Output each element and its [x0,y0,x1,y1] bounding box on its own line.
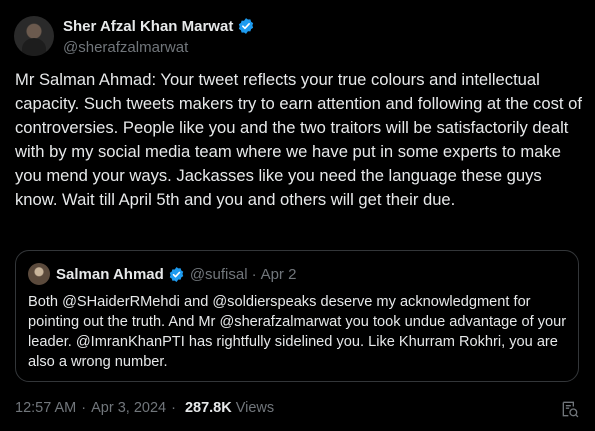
post-time[interactable]: 12:57 AM [15,400,76,416]
views-count: 287.8K [184,400,232,416]
post-text: Mr Salman Ahmad: Your tweet reflects you… [15,70,582,209]
analytics-icon[interactable] [560,399,580,419]
views-label: Views [235,400,275,416]
quoted-author-display-name[interactable]: Salman Ahmad [56,266,164,283]
author-display-name[interactable]: Sher Afzal Khan Marwat [63,18,233,35]
post-date[interactable]: Apr 3, 2024 [91,400,166,416]
quoted-post-text: Both @SHaiderRMehdi and @soldierspeaks d… [28,294,567,370]
author-avatar[interactable] [14,16,54,56]
post-meta: 12:57 AM · Apr 3, 2024 · 287.8K Views [15,400,274,416]
post-header: Sher Afzal Khan Marwat @sherafzalmarwat [14,14,255,58]
quoted-verified-badge-icon [169,266,184,282]
author-name-row: Sher Afzal Khan Marwat [63,16,255,36]
author-handle[interactable]: @sherafzalmarwat [63,39,255,56]
quoted-author-avatar[interactable] [28,263,50,285]
post: Sher Afzal Khan Marwat @sherafzalmarwat … [0,0,595,431]
meta-separator: · [81,400,87,416]
author-names: Sher Afzal Khan Marwat @sherafzalmarwat [63,16,255,56]
verified-badge-icon [239,18,254,34]
quoted-post-date[interactable]: Apr 2 [261,266,297,283]
quoted-post-header: Salman Ahmad @sufisal · Apr 2 [28,263,296,285]
quoted-separator: · [251,265,257,283]
quoted-author-handle[interactable]: @sufisal [190,266,248,283]
meta-separator-2: · [171,400,176,416]
quoted-post[interactable]: Salman Ahmad @sufisal · Apr 2 Both @SHai… [15,250,579,382]
